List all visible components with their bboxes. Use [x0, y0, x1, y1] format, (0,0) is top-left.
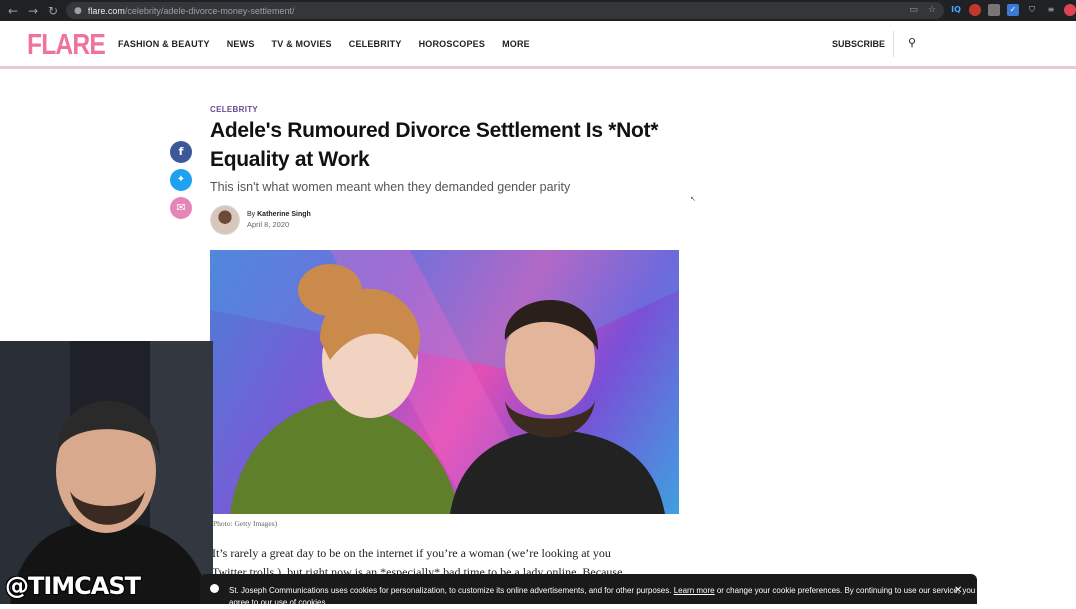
- hero-image: [210, 250, 679, 514]
- extension-badge-icon[interactable]: [969, 4, 981, 16]
- article-headline: Adele's Rumoured Divorce Settlement Is *…: [210, 119, 659, 171]
- cookie-text-before: St. Joseph Communications uses cookies f…: [229, 586, 672, 595]
- extension-check-icon[interactable]: ✓: [1007, 4, 1019, 16]
- reload-icon[interactable]: ↻: [43, 4, 63, 18]
- nav-fashion-beauty[interactable]: FASHION & BEAUTY: [118, 39, 210, 49]
- main-nav: FASHION & BEAUTY NEWS TV & MOVIES CELEBR…: [118, 39, 547, 49]
- channel-tag: @TIMCAST: [5, 572, 141, 600]
- article-category[interactable]: CELEBRITY: [210, 105, 258, 114]
- subscribe-button[interactable]: SUBSCRIBE: [832, 39, 885, 49]
- cookie-banner: St. Joseph Communications uses cookies f…: [200, 574, 977, 607]
- extension-iq-icon[interactable]: IQ: [950, 4, 962, 16]
- facebook-share-icon[interactable]: f: [170, 141, 192, 163]
- byline: By Katherine Singh: [247, 211, 311, 218]
- email-share-icon[interactable]: ✉: [170, 197, 192, 219]
- twitter-share-icon[interactable]: ✦: [170, 169, 192, 191]
- header-divider: [893, 31, 894, 57]
- lock-icon: ●: [74, 5, 82, 16]
- learn-more-link[interactable]: Learn more: [674, 586, 715, 595]
- nav-tv-movies[interactable]: TV & MOVIES: [272, 39, 332, 49]
- webcam-overlay: [0, 341, 213, 604]
- nav-celebrity[interactable]: CELEBRITY: [349, 39, 402, 49]
- back-icon[interactable]: ←: [3, 4, 23, 18]
- photo-caption: Photo: Getty Images): [213, 519, 278, 528]
- cast-icon[interactable]: ▭: [909, 5, 918, 15]
- body-paragraph-line-1: It’s rarely a great day to be on the int…: [212, 546, 611, 560]
- publish-date: April 8, 2020: [247, 220, 290, 229]
- url-text[interactable]: flare.com/celebrity/adele-divorce-money-…: [88, 6, 295, 16]
- extensions-bar: IQ ✓ ⛉ ≡: [950, 4, 1076, 16]
- browser-toolbar: ← → ↻ ● flare.com/celebrity/adele-divorc…: [0, 0, 1076, 21]
- mouse-cursor-icon: ↖: [690, 195, 696, 203]
- search-icon[interactable]: ⚲: [908, 36, 916, 49]
- extension-menu-icon[interactable]: ≡: [1045, 4, 1057, 16]
- cookie-info-icon: [210, 584, 219, 593]
- article-dek: This isn't what women meant when they de…: [210, 180, 571, 194]
- extension-gray-icon[interactable]: [988, 4, 1000, 16]
- address-bar[interactable]: ● flare.com/celebrity/adele-divorce-mone…: [66, 2, 944, 19]
- site-logo[interactable]: FLARE: [27, 29, 106, 62]
- profile-avatar-icon[interactable]: [1064, 4, 1076, 16]
- nav-news[interactable]: NEWS: [227, 39, 255, 49]
- forward-icon[interactable]: →: [23, 4, 43, 18]
- author-avatar[interactable]: [210, 205, 240, 235]
- close-icon[interactable]: ✕: [954, 585, 962, 596]
- site-header: FLARE FASHION & BEAUTY NEWS TV & MOVIES …: [0, 21, 1076, 69]
- bookmark-star-icon[interactable]: ☆: [928, 5, 936, 15]
- nav-horoscopes[interactable]: HOROSCOPES: [419, 39, 486, 49]
- nav-more[interactable]: MORE: [502, 39, 530, 49]
- extension-shield-icon[interactable]: ⛉: [1026, 4, 1038, 16]
- author-name[interactable]: Katherine Singh: [257, 211, 311, 218]
